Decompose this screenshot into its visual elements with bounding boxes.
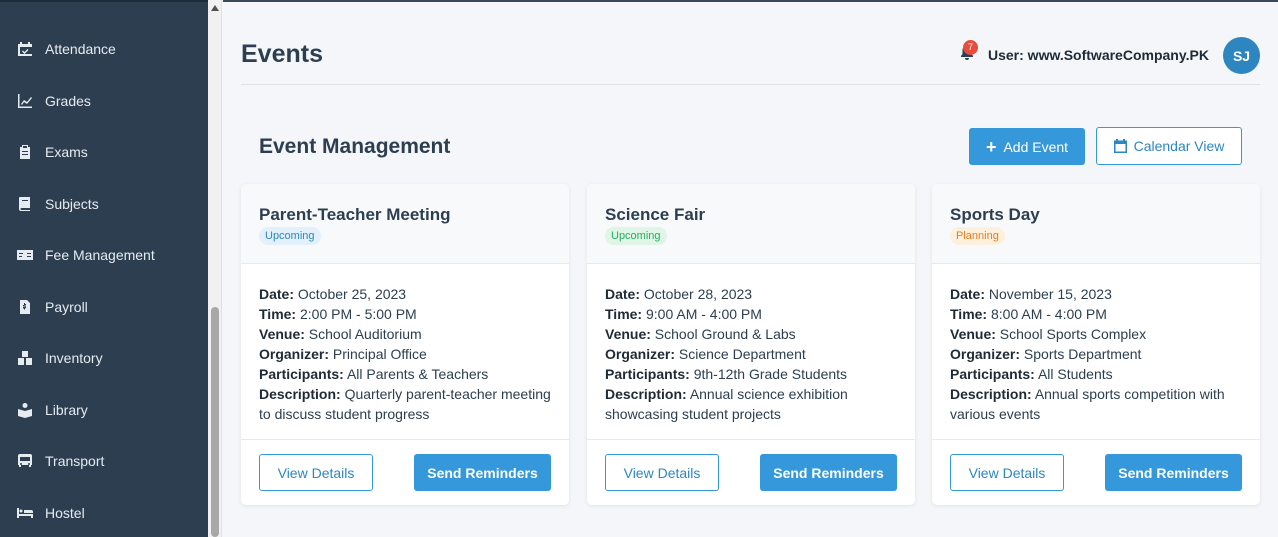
calendar-view-button[interactable]: Calendar View: [1096, 127, 1242, 165]
event-time: Time: 2:00 PM - 5:00 PM: [259, 306, 417, 322]
event-description: Description: Annual science exhibition s…: [605, 386, 848, 422]
sidebar-item-label: Library: [45, 402, 88, 418]
clipboard-icon: [16, 143, 34, 161]
notification-badge: 7: [963, 40, 978, 55]
sidebar-item-label: Hostel: [45, 505, 85, 521]
sidebar-item-transport[interactable]: Transport: [0, 441, 208, 481]
event-card: Parent-Teacher Meeting Upcoming Date: Oc…: [241, 184, 569, 505]
sidebar-scrollbar[interactable]: [208, 0, 222, 537]
card-footer-divider: [241, 439, 569, 440]
event-card-header: Parent-Teacher Meeting Upcoming: [241, 184, 569, 264]
status-badge: Upcoming: [259, 227, 321, 245]
main-content: Events 7 User: www.SoftwareCompany.PK SJ…: [223, 0, 1278, 537]
book-reader-icon: [16, 401, 34, 419]
event-title: Sports Day: [950, 205, 1040, 224]
event-venue: Venue: School Ground & Labs: [605, 326, 796, 342]
event-participants: Participants: 9th-12th Grade Students: [605, 366, 848, 382]
send-reminders-button[interactable]: Send Reminders: [760, 454, 897, 491]
card-footer-divider: [932, 439, 1260, 440]
sidebar-item-inventory[interactable]: Inventory: [0, 338, 208, 378]
sidebar: Attendance Grades Exams Subjects Fee Man…: [0, 0, 208, 537]
book-icon: [16, 195, 34, 213]
event-date: Date: November 15, 2023: [950, 286, 1112, 302]
view-details-button[interactable]: View Details: [950, 454, 1064, 491]
sidebar-item-subjects[interactable]: Subjects: [0, 184, 208, 224]
section-title: Event Management: [259, 135, 451, 158]
user-label: User: www.SoftwareCompany.PK: [988, 47, 1209, 63]
event-time: Time: 9:00 AM - 4:00 PM: [605, 306, 762, 322]
event-details: Date: October 28, 2023 Time: 9:00 AM - 4…: [605, 284, 901, 424]
event-participants: Participants: All Parents & Teachers: [259, 366, 489, 382]
send-reminders-button[interactable]: Send Reminders: [1105, 454, 1242, 491]
money-card-icon: [16, 246, 34, 264]
sidebar-item-label: Exams: [45, 144, 88, 160]
add-event-button[interactable]: + Add Event: [969, 128, 1085, 165]
sidebar-item-label: Attendance: [45, 41, 116, 57]
event-time: Time: 8:00 AM - 4:00 PM: [950, 306, 1107, 322]
sidebar-item-label: Subjects: [45, 196, 99, 212]
bus-icon: [16, 452, 34, 470]
sidebar-item-label: Fee Management: [45, 247, 155, 263]
card-footer-divider: [587, 439, 915, 440]
line-chart-icon: [16, 92, 34, 110]
sidebar-item-exams[interactable]: Exams: [0, 132, 208, 172]
page-title: Events: [241, 40, 323, 68]
event-organizer: Organizer: Principal Office: [259, 346, 427, 362]
sidebar-item-library[interactable]: Library: [0, 390, 208, 430]
bed-icon: [16, 504, 34, 522]
calendar-icon: [1113, 139, 1127, 153]
calendar-view-label: Calendar View: [1133, 138, 1225, 154]
scroll-thumb[interactable]: [211, 307, 219, 537]
sidebar-item-label: Transport: [45, 453, 105, 469]
event-organizer: Organizer: Science Department: [605, 346, 806, 362]
sidebar-item-attendance[interactable]: Attendance: [0, 29, 208, 69]
event-description: Description: Annual sports competition w…: [950, 386, 1225, 422]
avatar[interactable]: SJ: [1223, 37, 1260, 74]
plus-icon: +: [985, 136, 997, 157]
event-venue: Venue: School Sports Complex: [950, 326, 1147, 342]
boxes-icon: [16, 349, 34, 367]
view-details-button[interactable]: View Details: [259, 454, 373, 491]
event-title: Science Fair: [605, 205, 706, 224]
sidebar-item-fee-management[interactable]: Fee Management: [0, 235, 208, 275]
event-card-header: Science Fair Upcoming: [587, 184, 915, 264]
calendar-check-icon: [16, 40, 34, 58]
add-event-label: Add Event: [1003, 138, 1069, 155]
file-invoice-icon: [16, 298, 34, 316]
sidebar-item-payroll[interactable]: Payroll: [0, 287, 208, 327]
event-date: Date: October 25, 2023: [259, 286, 407, 302]
sidebar-item-label: Payroll: [45, 299, 88, 315]
event-title: Parent-Teacher Meeting: [259, 205, 451, 224]
status-badge: Planning: [950, 227, 1005, 245]
sidebar-item-grades[interactable]: Grades: [0, 81, 208, 121]
send-reminders-button[interactable]: Send Reminders: [414, 454, 551, 491]
status-badge: Upcoming: [605, 227, 667, 245]
view-details-button[interactable]: View Details: [605, 454, 719, 491]
event-date: Date: October 28, 2023: [605, 286, 753, 302]
event-venue: Venue: School Auditorium: [259, 326, 422, 342]
event-details: Date: October 25, 2023 Time: 2:00 PM - 5…: [259, 284, 555, 424]
event-card-header: Sports Day Planning: [932, 184, 1260, 264]
scroll-up-arrow[interactable]: [211, 5, 219, 11]
sidebar-item-label: Grades: [45, 93, 91, 109]
event-details: Date: November 15, 2023 Time: 8:00 AM - …: [950, 284, 1246, 424]
event-card: Sports Day Planning Date: November 15, 2…: [932, 184, 1260, 505]
event-organizer: Organizer: Sports Department: [950, 346, 1142, 362]
event-description: Description: Quarterly parent-teacher me…: [259, 386, 551, 422]
sidebar-item-label: Inventory: [45, 350, 103, 366]
event-card: Science Fair Upcoming Date: October 28, …: [587, 184, 915, 505]
sidebar-item-hostel[interactable]: Hostel: [0, 493, 208, 533]
header-divider: [241, 84, 1260, 85]
event-participants: Participants: All Students: [950, 366, 1113, 382]
